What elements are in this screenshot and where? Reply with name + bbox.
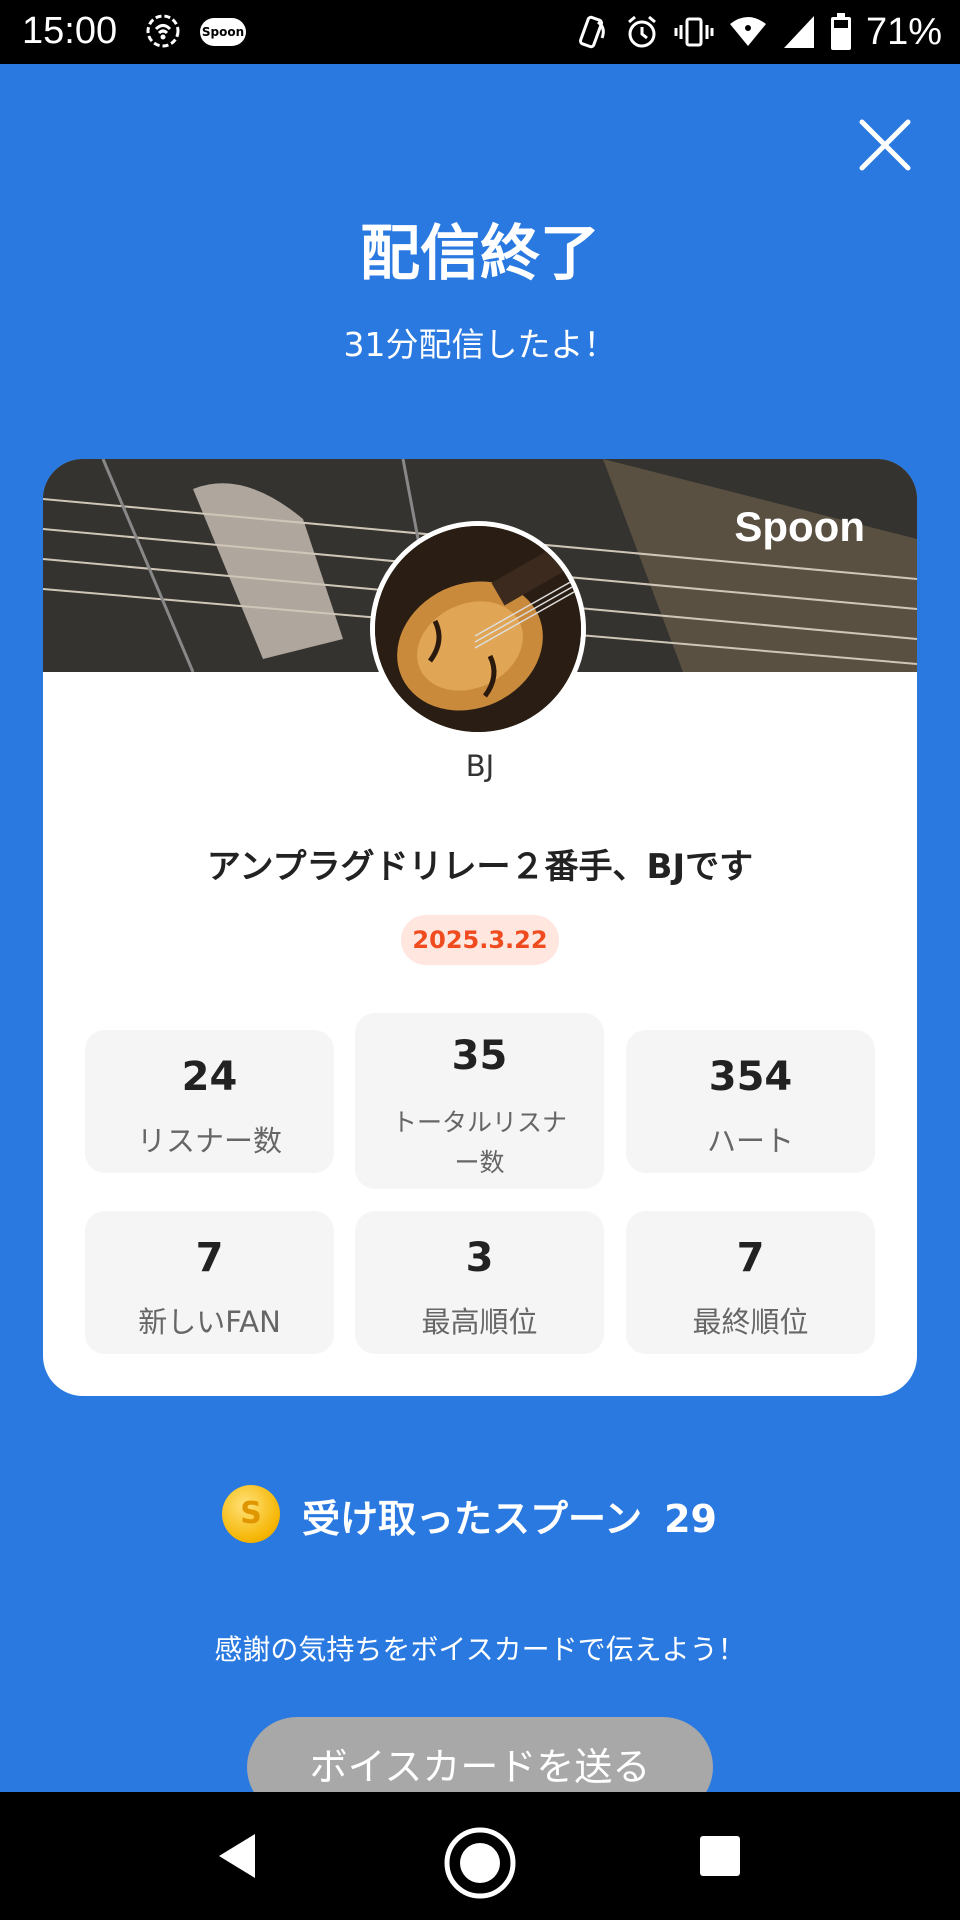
- page-subtitle: 31分配信したよ！: [343, 325, 617, 364]
- guitar-avatar-image: [375, 526, 581, 732]
- stat-value: 24: [181, 1054, 238, 1100]
- status-icons: 71%: [574, 10, 942, 54]
- date-badge: 2025.3.22: [401, 915, 559, 965]
- stat-label: 最終順位: [692, 1305, 809, 1339]
- avatar[interactable]: [370, 521, 586, 737]
- stat-final-rank: 7 最終順位: [626, 1211, 875, 1354]
- spoons-received-label: 受け取ったスプーン: [302, 1497, 643, 1541]
- stat-value: 7: [736, 1235, 765, 1281]
- stat-label: 最高順位: [421, 1305, 538, 1339]
- stat-hearts: 354 ハート: [626, 1030, 875, 1173]
- spoons-received-count: 29: [664, 1497, 717, 1541]
- stream-title: アンプラグドリレー２番手、BJです: [206, 847, 754, 887]
- recent-apps-icon[interactable]: [700, 1836, 740, 1876]
- wifi-icon: [729, 17, 766, 46]
- alarm-icon: [627, 15, 656, 48]
- stat-listeners: 24 リスナー数: [85, 1030, 334, 1173]
- spoons-received: 受け取ったスプーン 29: [302, 1488, 717, 1543]
- spoon-app-icon: Spoon: [200, 18, 246, 46]
- stat-value: 3: [465, 1235, 494, 1281]
- battery-percent: 71%: [865, 10, 942, 53]
- spoon-logo: Spoon: [734, 503, 865, 550]
- stat-value: 35: [451, 1033, 508, 1079]
- status-bar: 15:00 Spoon 71%: [0, 0, 960, 64]
- stat-label: ハート: [706, 1124, 794, 1158]
- status-time: 15:00: [22, 10, 118, 52]
- username: BJ: [465, 749, 495, 783]
- stat-highest-rank: 3 最高順位: [355, 1211, 604, 1354]
- page-title: 配信終了: [360, 219, 600, 289]
- broadcast-summary-card: Spoon BJ アンプラグドリレー２番手、BJです 2025.3.22 24 …: [43, 459, 917, 1396]
- home-icon[interactable]: [443, 1826, 517, 1900]
- signal-icon: [783, 16, 814, 48]
- stat-label: トータルリスナー数: [391, 1108, 567, 1177]
- spoon-coin-icon: S: [222, 1485, 280, 1543]
- close-icon[interactable]: [858, 118, 912, 172]
- stat-label: リスナー数: [136, 1124, 282, 1158]
- stat-value: 354: [708, 1054, 793, 1100]
- stat-new-fans: 7 新しいFAN: [85, 1211, 334, 1354]
- thanks-message: 感謝の気持ちをボイスカードで伝えよう！: [214, 1633, 746, 1666]
- vibrate-icon: [674, 17, 714, 47]
- hotspot-icon: [146, 14, 180, 48]
- battery-icon: [830, 13, 851, 50]
- stat-label: 新しいFAN: [138, 1305, 281, 1339]
- stat-value: 7: [195, 1235, 224, 1281]
- back-icon[interactable]: [215, 1832, 259, 1880]
- stat-total-listeners: 35 トータルリスナー数: [355, 1013, 604, 1189]
- spoon-app-badge: Spoon: [201, 25, 245, 39]
- navigation-bar: [0, 1792, 960, 1920]
- nfc-icon: [578, 15, 605, 49]
